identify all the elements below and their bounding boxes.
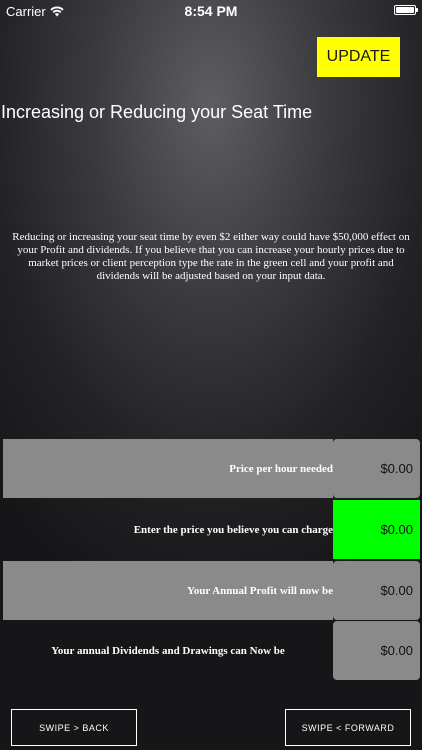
price-per-hour-value: $0.00 (333, 439, 420, 498)
dividends-value: $0.00 (333, 621, 420, 680)
row-enter-price: Enter the price you believe you can char… (3, 500, 420, 559)
row-dividends: Your annual Dividends and Drawings can N… (3, 621, 420, 680)
row-label: Enter the price you believe you can char… (133, 523, 333, 536)
page-title: Increasing or Reducing your Seat Time (1, 102, 313, 122)
annual-profit-value: $0.00 (333, 561, 420, 620)
swipe-forward-button[interactable]: SWIPE < FORWARD (285, 709, 411, 746)
update-button[interactable]: UPDATE (317, 37, 400, 77)
status-time: 8:54 PM (184, 3, 238, 19)
row-label: Your annual Dividends and Drawings can N… (51, 644, 285, 657)
page-description: Reducing or increasing your seat time by… (12, 231, 410, 282)
row-label: Price per hour needed (3, 439, 333, 498)
battery-icon (394, 5, 418, 15)
enter-price-input[interactable]: $0.00 (333, 500, 420, 559)
row-label: Your Annual Profit will now be (3, 561, 333, 620)
status-bar: Carrier 8:54 PM (0, 0, 422, 22)
row-price-per-hour: Price per hour needed $0.00 (3, 439, 420, 498)
swipe-back-button[interactable]: SWIPE > BACK (11, 709, 137, 746)
row-annual-profit: Your Annual Profit will now be $0.00 (3, 561, 420, 620)
